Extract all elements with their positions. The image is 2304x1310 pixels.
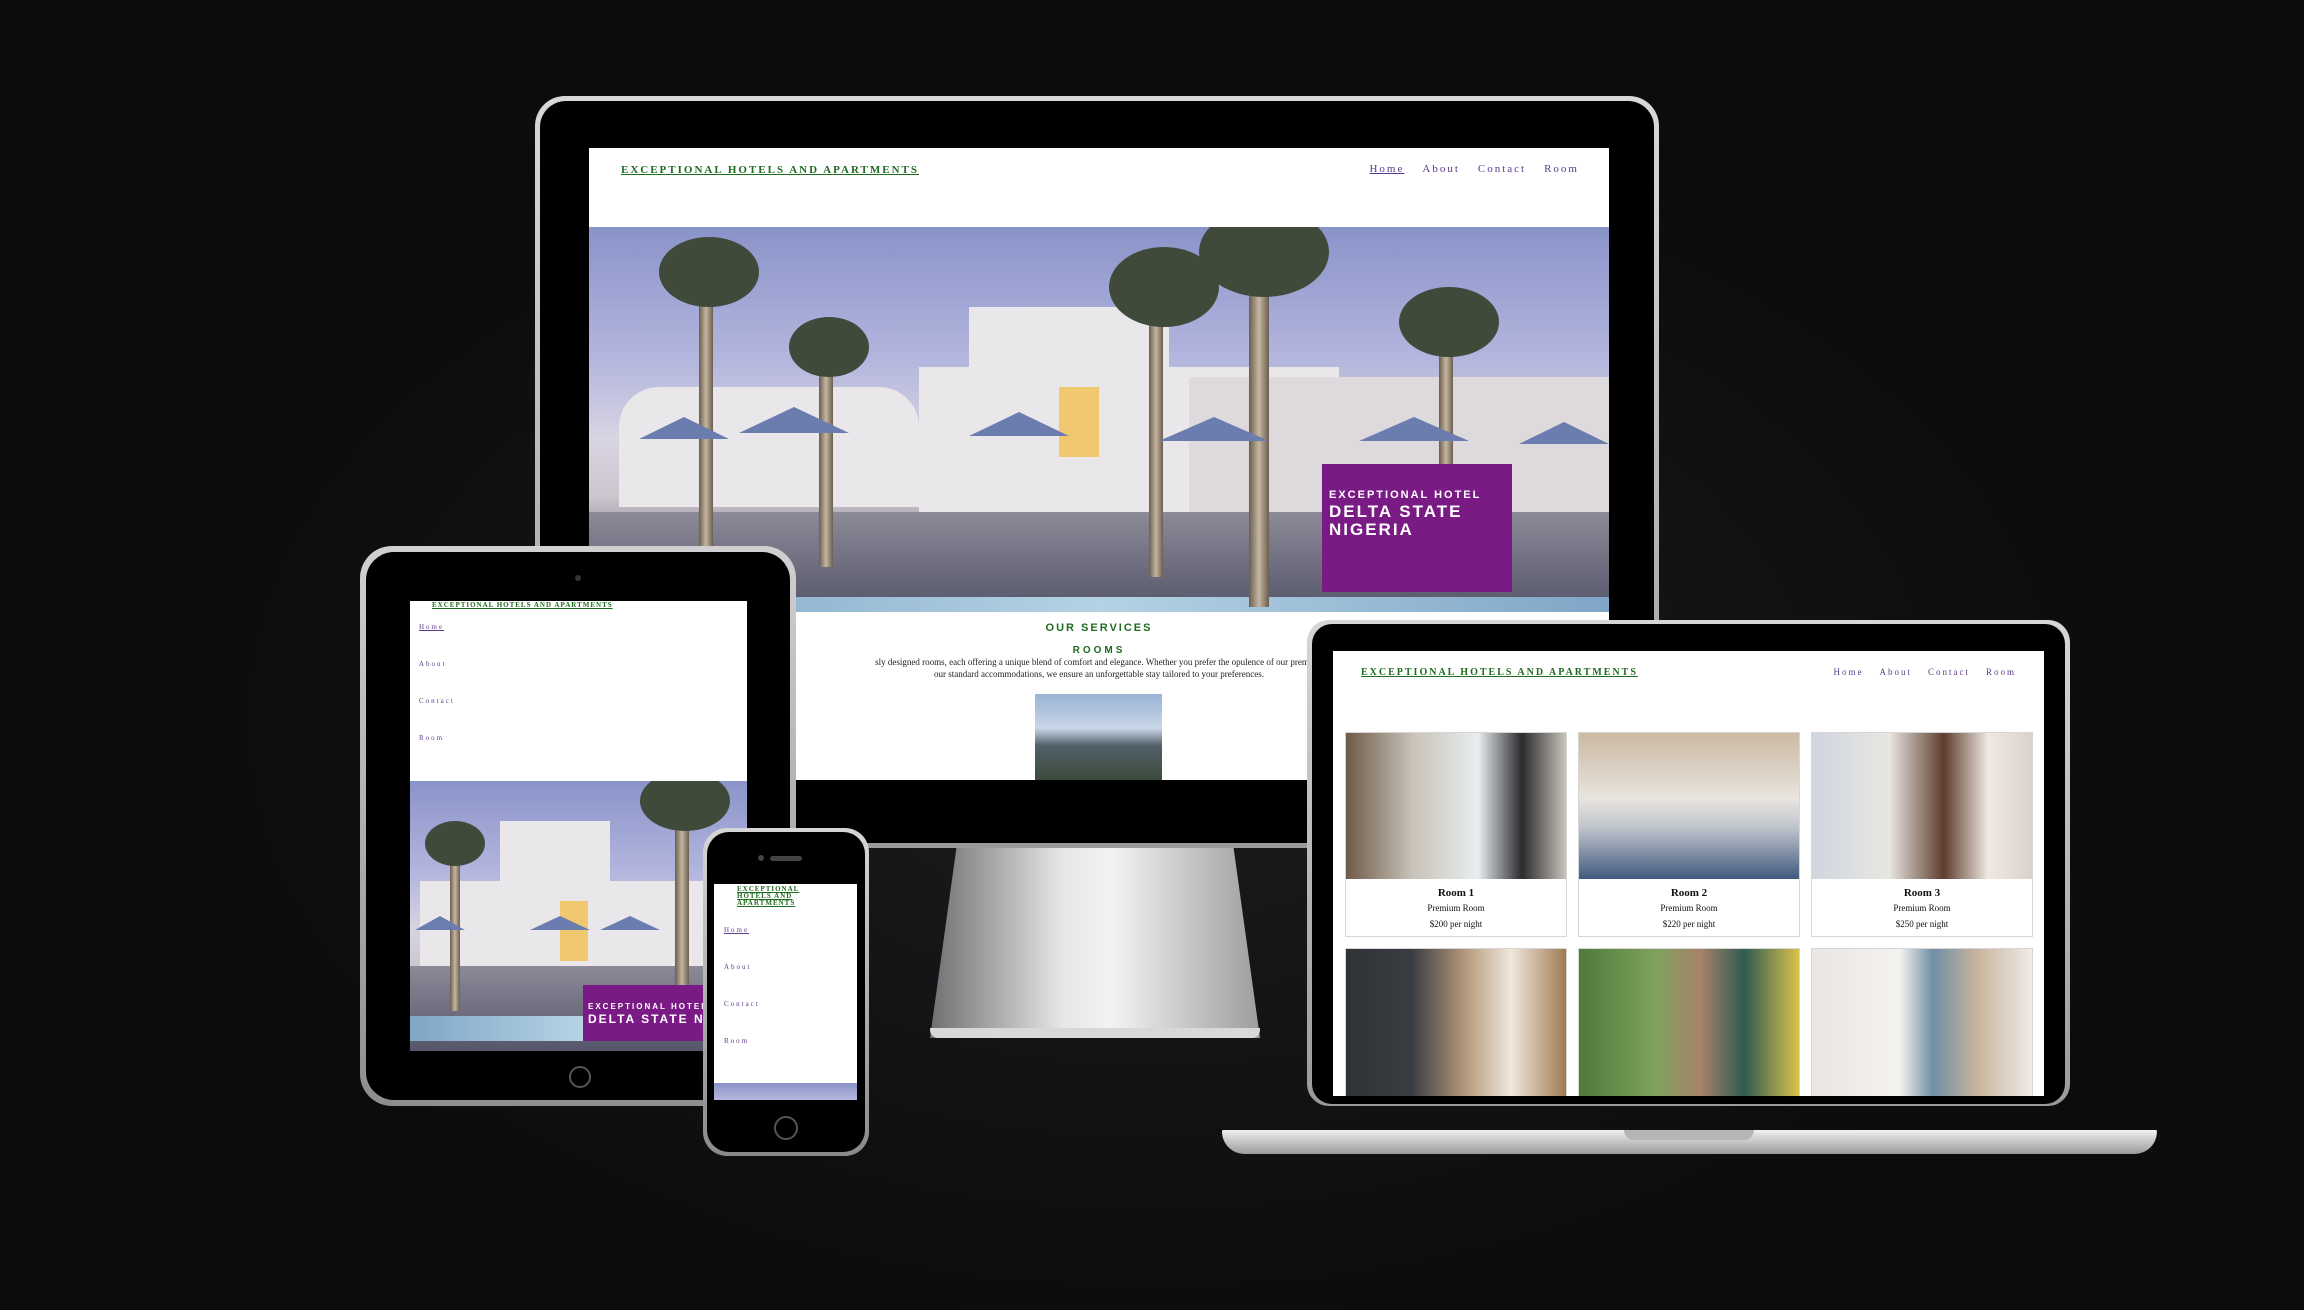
room-3-name: Room 3 [1903, 887, 1941, 899]
room-2-price: $220 per night [1662, 919, 1716, 929]
room-1-name: Room 1 [1437, 887, 1475, 899]
tablet-nav-room[interactable]: Room [419, 734, 444, 742]
room-card-2[interactable]: Room 2 Premium Room $220 per night [1578, 732, 1800, 937]
tablet-nav-home[interactable]: Home [419, 623, 444, 631]
room-2-type: Premium Room [1660, 903, 1718, 913]
phone-screen: EXCEPTIONAL HOTELS AND APARTMENTS Home A… [714, 884, 857, 1100]
phone-home-button [774, 1116, 798, 1140]
phone-nav-home[interactable]: Home [724, 926, 749, 934]
site-brand[interactable]: EXCEPTIONAL HOTELS AND APARTMENTS [621, 164, 919, 176]
tablet-home-button [569, 1066, 591, 1088]
laptop-brand[interactable]: EXCEPTIONAL HOTELS AND APARTMENTS [1361, 667, 1638, 678]
tablet-brand[interactable]: EXCEPTIONAL HOTELS AND APARTMENTS [432, 601, 613, 609]
tablet-nav-contact[interactable]: Contact [419, 697, 455, 705]
room-1-image [1346, 733, 1566, 879]
phone-nav-contact[interactable]: Contact [724, 1000, 760, 1008]
room-3-price: $250 per night [1895, 919, 1949, 929]
room-4-image [1346, 949, 1566, 1096]
nav-room[interactable]: Room [1544, 163, 1579, 175]
laptop-nav-home[interactable]: Home [1833, 667, 1863, 677]
room-1-price: $200 per night [1429, 919, 1483, 929]
phone-nav-about[interactable]: About [724, 963, 752, 971]
room-2-image [1579, 733, 1799, 879]
tablet-hero-kicker: EXCEPTIONAL HOTEL [588, 1002, 709, 1011]
room-3-type: Premium Room [1893, 903, 1951, 913]
room-card-3[interactable]: Room 3 Premium Room $250 per night [1811, 732, 2033, 937]
laptop-nav: Home About Contact Room [1833, 667, 2016, 677]
nav-about[interactable]: About [1422, 163, 1460, 175]
room-5-image [1579, 949, 1799, 1096]
room-1-type: Premium Room [1427, 903, 1485, 913]
laptop-nav-room[interactable]: Room [1986, 667, 2016, 677]
phone-brand-line3[interactable]: APARTMENTS [737, 899, 795, 907]
phone-hero-peek [714, 1083, 857, 1100]
laptop-nav-about[interactable]: About [1879, 667, 1912, 677]
monitor-stand [930, 848, 1260, 1038]
room-6-image [1812, 949, 2032, 1096]
room-card-1[interactable]: Room 1 Premium Room $200 per night [1345, 732, 1567, 937]
nav-home[interactable]: Home [1369, 163, 1404, 175]
monitor-foot [930, 1028, 1260, 1038]
hero-caption-box: EXCEPTIONAL HOTEL DELTA STATE NIGERIA [1322, 464, 1512, 592]
tablet-screen: EXCEPTIONAL HOTELS AND APARTMENTS Home A… [410, 601, 747, 1051]
laptop-nav-contact[interactable]: Contact [1928, 667, 1970, 677]
hero-headline-line2: NIGERIA [1329, 520, 1414, 539]
room-2-name: Room 2 [1670, 887, 1708, 899]
tablet-camera [575, 575, 581, 581]
room-card-4[interactable] [1345, 948, 1567, 1096]
tablet-hero-image: EXCEPTIONAL HOTEL DELTA STATE NIG [410, 781, 747, 1051]
room-3-image [1812, 733, 2032, 879]
laptop-notch [1624, 1130, 1754, 1140]
phone-nav-room[interactable]: Room [724, 1037, 749, 1045]
room-card-6[interactable] [1811, 948, 2033, 1096]
tablet-hero-headline: DELTA STATE NIG [588, 1012, 722, 1026]
services-thumbnail [1035, 694, 1162, 780]
phone-speaker [770, 856, 802, 861]
laptop-screen: EXCEPTIONAL HOTELS AND APARTMENTS Home A… [1333, 651, 2044, 1096]
tablet-nav-about[interactable]: About [419, 660, 447, 668]
hero-kicker: EXCEPTIONAL HOTEL [1329, 489, 1482, 501]
room-card-5[interactable] [1578, 948, 1800, 1096]
nav-contact[interactable]: Contact [1478, 163, 1526, 175]
hero-headline-line1: DELTA STATE [1329, 502, 1463, 521]
main-nav: Home About Contact Room [1369, 163, 1579, 175]
phone-camera [758, 855, 764, 861]
